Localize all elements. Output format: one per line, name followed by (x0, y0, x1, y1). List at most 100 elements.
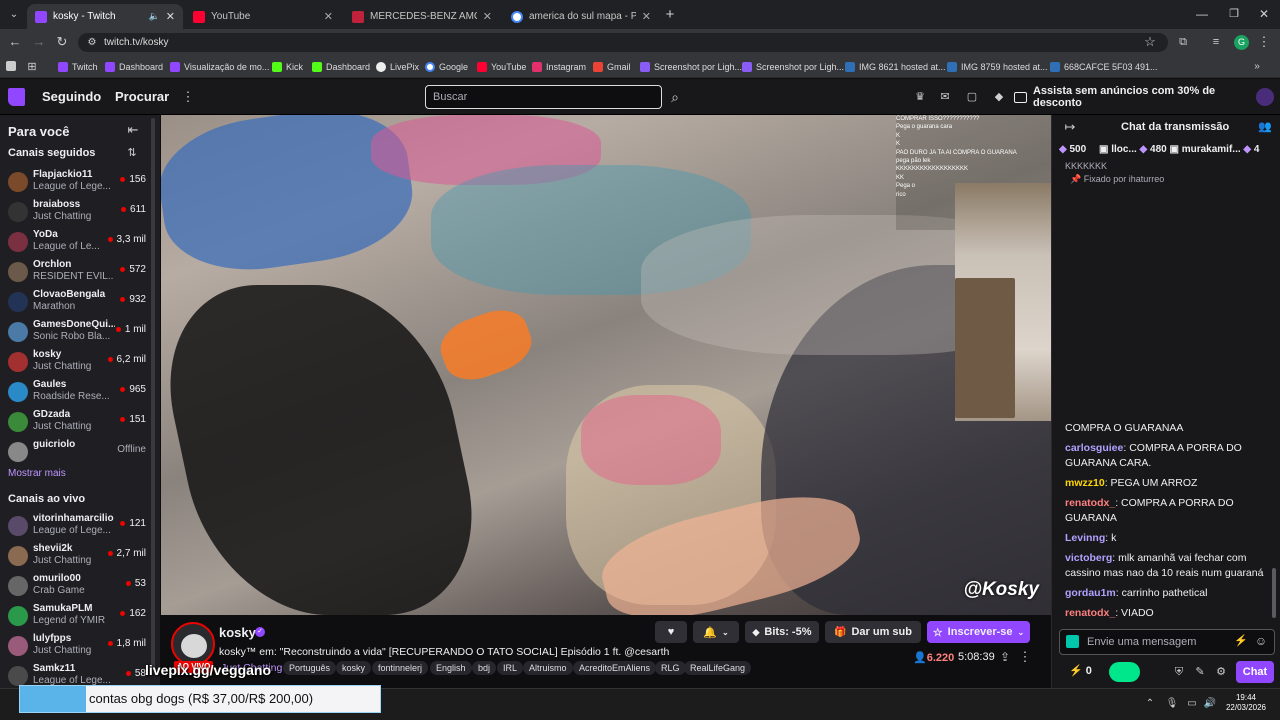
tab-twitch[interactable]: kosky - Twitch 🔈 ✕ (27, 4, 183, 29)
chat-message[interactable]: renatodx_: COMPRA A PORRA DO GUARANA (1065, 496, 1265, 526)
bits-button[interactable]: ◆ Bits: -5% (745, 621, 819, 643)
site-info-icon[interactable]: ⚙ (84, 33, 100, 52)
bookmark-youtube[interactable]: YouTube (477, 59, 526, 75)
share-icon[interactable]: ⇪ (996, 647, 1014, 667)
chat-username[interactable]: mwzz10 (1065, 477, 1105, 489)
minimize-icon[interactable]: — (1192, 4, 1212, 24)
reload-icon[interactable]: ↻ (52, 32, 72, 52)
chat-message[interactable]: renatodx_: VIADO (1065, 606, 1265, 621)
channel-name[interactable]: kosky (219, 625, 256, 640)
tag[interactable]: IRL (497, 661, 524, 675)
chat-scrollbar[interactable] (1272, 568, 1276, 618)
chat-message[interactable]: carlosguiee: COMPRA A PORRA DO GUARANA C… (1065, 441, 1265, 471)
pen-icon[interactable]: ✎ (1192, 662, 1208, 682)
tag[interactable]: bdj (472, 661, 497, 675)
chat-username[interactable]: carlosguiee (1065, 442, 1123, 454)
more-menu-icon[interactable]: ⋮ (180, 87, 196, 107)
nav-browse[interactable]: Procurar (115, 89, 169, 104)
tag[interactable]: kosky (336, 661, 372, 675)
whispers-icon[interactable]: ▢ (962, 87, 982, 107)
close-window-icon[interactable]: ✕ (1254, 4, 1274, 24)
tab-search-icon[interactable]: ⌄ (5, 5, 23, 23)
twitch-logo-icon[interactable] (8, 88, 25, 106)
bookmark-kick-dashboard[interactable]: Dashboard (312, 59, 370, 75)
apps-grid-icon[interactable]: ⊞ (24, 57, 40, 75)
chat-message[interactable]: victoberg: mlk amanhã vai fechar com cas… (1065, 551, 1265, 581)
inbox-icon[interactable]: ✉ (935, 87, 955, 107)
turbo-promo[interactable]: Assista sem anúncios com 30% de desconto (1014, 85, 1247, 109)
nav-following[interactable]: Seguindo (42, 89, 101, 104)
sidebar-channel[interactable]: GamesDoneQui... Sonic Robo Bla... 1 mil (6, 319, 146, 347)
sidebar-channel[interactable]: Gaules Roadside Rese... 965 (6, 379, 146, 407)
tag[interactable]: fontinnelerj (372, 661, 429, 675)
tab-close-icon[interactable]: ✕ (642, 10, 651, 23)
bookmark-img-8759[interactable]: IMG 8759 hosted at... (947, 59, 1048, 75)
crown-icon[interactable]: ♛ (910, 87, 930, 107)
sidebar-channel[interactable]: guicriolo Offline (6, 439, 146, 467)
channel-avatar[interactable] (171, 622, 215, 666)
bookmark-dashboard[interactable]: Dashboard (105, 59, 163, 75)
media-icon[interactable]: ≡ (1206, 32, 1226, 52)
gift-sub-button[interactable]: 🎁 Dar um sub (825, 621, 921, 643)
back-icon[interactable]: ← (5, 32, 25, 52)
search-input[interactable]: Buscar (425, 85, 662, 109)
network-icon[interactable]: ▭ (1184, 694, 1200, 712)
bookmark-visualizacao[interactable]: Visualização de mo... (170, 59, 269, 75)
sidebar-scrollbar[interactable] (151, 118, 155, 674)
sidebar-channel[interactable]: ClovaoBengala Marathon 932 (6, 289, 146, 317)
sidebar-channel[interactable]: lulyfpps Just Chatting 1,8 mil (6, 633, 146, 661)
collapse-sidebar-icon[interactable]: ⇤ (124, 120, 142, 140)
bookmark-img-8621[interactable]: IMG 8621 hosted at... (845, 59, 946, 75)
settings-gear-icon[interactable]: ⚙ (1213, 662, 1229, 682)
volume-icon[interactable]: 🔊 (1202, 694, 1218, 712)
bookmark-screenshot-2[interactable]: Screenshot por Ligh... (742, 59, 844, 75)
bookmark-livepix[interactable]: LivePix (376, 59, 419, 75)
follow-button[interactable]: ♥ (655, 621, 687, 643)
chat-username[interactable]: renatodx_ (1065, 607, 1115, 619)
chat-message[interactable]: mwzz10: PEGA UM ARROZ (1065, 476, 1265, 491)
chat-username[interactable]: victoberg (1065, 552, 1112, 564)
bookmark-gmail[interactable]: Gmail (593, 59, 631, 75)
audio-icon[interactable]: 🔈 (149, 11, 160, 22)
chat-username[interactable]: renatodx_ (1065, 497, 1115, 509)
sidebar-channel[interactable]: GDzada Just Chatting 151 (6, 409, 146, 437)
profile-avatar[interactable]: G (1234, 35, 1249, 50)
subscribe-button[interactable]: ☆ Inscrever-se ⌄ (927, 621, 1030, 643)
tag[interactable]: English (430, 661, 472, 675)
tag[interactable]: AcreditoEmAliens (573, 661, 657, 675)
more-bookmarks-icon[interactable]: » (1250, 57, 1264, 75)
tab-close-icon[interactable]: ✕ (483, 10, 492, 23)
tab-close-icon[interactable]: ✕ (324, 10, 333, 23)
emote-icon[interactable]: ☺ (1253, 631, 1269, 651)
chat-send-button[interactable]: Chat (1236, 661, 1274, 683)
sidebar-channel[interactable]: vitorinhamarcilio League of Lege... 121 (6, 513, 146, 541)
show-more-link[interactable]: Mostrar mais (8, 468, 66, 479)
sidebar-channel[interactable]: SamukaPLM Legend of YMIR 162 (6, 603, 146, 631)
tag[interactable]: RealLifeGang (684, 661, 752, 675)
sidebar-channel[interactable]: Flapjackio11 League of Lege... 156 (6, 169, 146, 197)
community-icon[interactable]: 👥 (1256, 117, 1274, 137)
extensions-icon[interactable]: ⧉ (1173, 32, 1193, 52)
new-tab-icon[interactable]: + (661, 5, 679, 23)
forward-icon[interactable]: → (29, 32, 49, 52)
chat-username[interactable]: gordau1m (1065, 587, 1116, 599)
sidebar-channel[interactable]: YoDa League of Le... 3,3 mil (6, 229, 146, 257)
tab-google[interactable]: america do sul mapa - Pesquisa ✕ (503, 4, 659, 29)
microphone-icon[interactable]: 🎙 (1164, 694, 1180, 712)
channel-points[interactable]: ⚡ 0 (1069, 664, 1092, 677)
bits-icon[interactable]: ◆ (989, 87, 1009, 107)
sidebar-channel[interactable]: shevii2k Just Chatting 2,7 mil (6, 543, 146, 571)
sidebar-channel[interactable]: braiaboss Just Chatting 611 (6, 199, 146, 227)
sidebar-channel[interactable]: omurilo00 Crab Game 53 (6, 573, 146, 601)
sidebar-channel[interactable]: kosky Just Chatting 6,2 mil (6, 349, 146, 377)
chat-message[interactable]: COMPRA O GUARANAA (1065, 421, 1265, 436)
bookmark-google[interactable]: Google (425, 59, 468, 75)
tab-youtube[interactable]: YouTube ✕ (185, 4, 341, 29)
search-icon[interactable]: ⌕ (663, 85, 687, 109)
bookmark-instagram[interactable]: Instagram (532, 59, 586, 75)
sort-icon[interactable]: ⇅ (124, 143, 140, 161)
commands-icon[interactable]: ⚡ (1233, 631, 1249, 651)
claim-points-button[interactable] (1109, 662, 1140, 682)
sidebar-toggle-icon[interactable] (6, 61, 16, 71)
badge-icon[interactable] (1066, 635, 1079, 648)
